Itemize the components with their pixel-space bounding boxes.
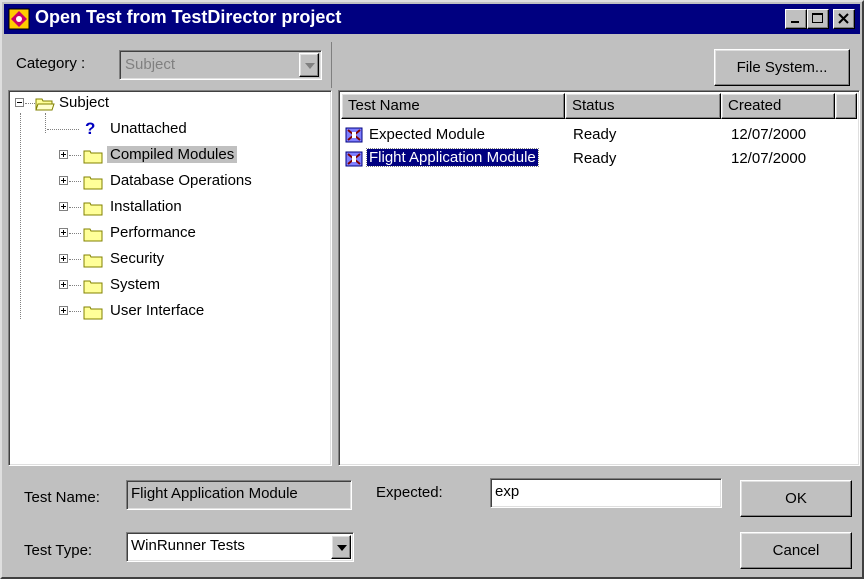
- test-type-value: WinRunner Tests: [131, 537, 245, 554]
- chevron-down-icon: [337, 545, 347, 551]
- bottom-panel: Test Name: Flight Application Module Exp…: [4, 468, 860, 575]
- test-name-cell: Expected Module: [369, 126, 485, 143]
- category-value: Subject: [125, 56, 176, 73]
- test-list[interactable]: Test Name Status Created Expected Module…: [338, 90, 860, 466]
- test-type-dropdown[interactable]: WinRunner Tests: [126, 532, 354, 562]
- expand-icon[interactable]: [59, 176, 68, 185]
- tree-item-label: User Interface: [110, 302, 205, 319]
- test-row-expected-module[interactable]: Expected Module Ready 12/07/2000: [341, 124, 841, 146]
- test-created-cell: 12/07/2000: [731, 150, 807, 167]
- folder-icon: [83, 306, 103, 320]
- open-folder-icon: [35, 98, 55, 111]
- question-mark-icon: ?: [85, 119, 96, 138]
- title-bar[interactable]: Open Test from TestDirector project: [4, 4, 860, 34]
- testdirector-app-icon: [8, 8, 30, 30]
- test-name-cell: Flight Application Module: [366, 148, 539, 167]
- collapse-icon[interactable]: [15, 98, 24, 107]
- test-type-label: Test Type:: [24, 542, 93, 559]
- expand-icon[interactable]: [59, 228, 68, 237]
- folder-icon: [83, 254, 103, 268]
- tree-item-label: Installation: [110, 198, 182, 215]
- tree-item-system[interactable]: System: [13, 275, 313, 297]
- category-dropdown-button[interactable]: [299, 53, 319, 77]
- winrunner-test-icon: [345, 127, 363, 143]
- tree-connector: [69, 181, 81, 182]
- tree-connector: [69, 155, 81, 156]
- test-status-cell: Ready: [573, 150, 617, 167]
- tree-item-user-interface[interactable]: User Interface: [13, 301, 313, 323]
- expand-icon[interactable]: [59, 306, 68, 315]
- minimize-button[interactable]: [785, 9, 807, 29]
- tree-connector: [69, 259, 81, 260]
- open-test-dialog: Open Test from TestDirector project Cate…: [0, 0, 864, 579]
- cancel-button[interactable]: Cancel: [740, 532, 852, 569]
- column-header-test-name[interactable]: Test Name: [341, 93, 565, 119]
- subject-tree[interactable]: Subject ? Unattached Compiled Modules Da…: [8, 90, 332, 466]
- expand-icon[interactable]: [59, 280, 68, 289]
- folder-icon: [83, 202, 103, 216]
- tree-item-label: Compiled Modules: [107, 146, 238, 163]
- folder-icon: [83, 280, 103, 294]
- expected-input[interactable]: exp: [490, 478, 722, 508]
- window-title: Open Test from TestDirector project: [35, 7, 342, 27]
- expected-label: Expected:: [376, 484, 443, 501]
- column-header-status[interactable]: Status: [565, 93, 721, 119]
- column-header-created[interactable]: Created: [721, 93, 835, 119]
- tree-connector: [69, 311, 81, 312]
- tree-connector: [69, 233, 81, 234]
- tree-item-unattached[interactable]: ? Unattached: [13, 119, 313, 141]
- test-row-flight-application-module[interactable]: Flight Application Module Ready 12/07/20…: [341, 148, 841, 170]
- tree-connector: [25, 103, 35, 104]
- tree-item-compiled-modules[interactable]: Compiled Modules: [13, 145, 313, 167]
- tree-item-label: System: [110, 276, 161, 293]
- tree-connector: [69, 207, 81, 208]
- test-type-dropdown-button[interactable]: [331, 535, 351, 559]
- test-created-cell: 12/07/2000: [731, 126, 807, 143]
- file-system-button[interactable]: File System...: [714, 49, 850, 86]
- tree-item-installation[interactable]: Installation: [13, 197, 313, 219]
- chevron-down-icon: [305, 63, 315, 69]
- test-status-cell: Ready: [573, 126, 617, 143]
- tree-root-subject[interactable]: Subject: [13, 93, 313, 115]
- test-name-field: Flight Application Module: [126, 480, 352, 510]
- close-button[interactable]: [833, 9, 855, 29]
- minimize-icon: [791, 21, 799, 23]
- column-header-filler: [835, 93, 857, 119]
- maximize-button[interactable]: [807, 9, 829, 29]
- category-dropdown[interactable]: Subject: [119, 50, 322, 80]
- tree-item-security[interactable]: Security: [13, 249, 313, 271]
- tree-item-label: Performance: [110, 224, 196, 241]
- tree-root-label: Subject: [59, 94, 110, 111]
- folder-icon: [83, 150, 103, 164]
- tree-connector: [47, 129, 79, 130]
- category-bar: Category : Subject: [4, 42, 332, 88]
- category-label: Category :: [16, 55, 86, 72]
- tree-item-label: Security: [110, 250, 165, 267]
- folder-icon: [83, 228, 103, 242]
- maximize-icon: [812, 13, 823, 23]
- close-icon: [838, 13, 849, 24]
- tree-item-label: Unattached: [110, 120, 187, 137]
- ok-button[interactable]: OK: [740, 480, 852, 517]
- expand-icon[interactable]: [59, 254, 68, 263]
- tree-item-database-operations[interactable]: Database Operations: [13, 171, 313, 193]
- expand-icon[interactable]: [59, 150, 68, 159]
- winrunner-test-icon: [345, 151, 363, 167]
- folder-icon: [83, 176, 103, 190]
- tree-item-performance[interactable]: Performance: [13, 223, 313, 245]
- tree-connector: [69, 285, 81, 286]
- test-name-label: Test Name:: [24, 489, 100, 506]
- expand-icon[interactable]: [59, 202, 68, 211]
- tree-item-label: Database Operations: [110, 172, 252, 189]
